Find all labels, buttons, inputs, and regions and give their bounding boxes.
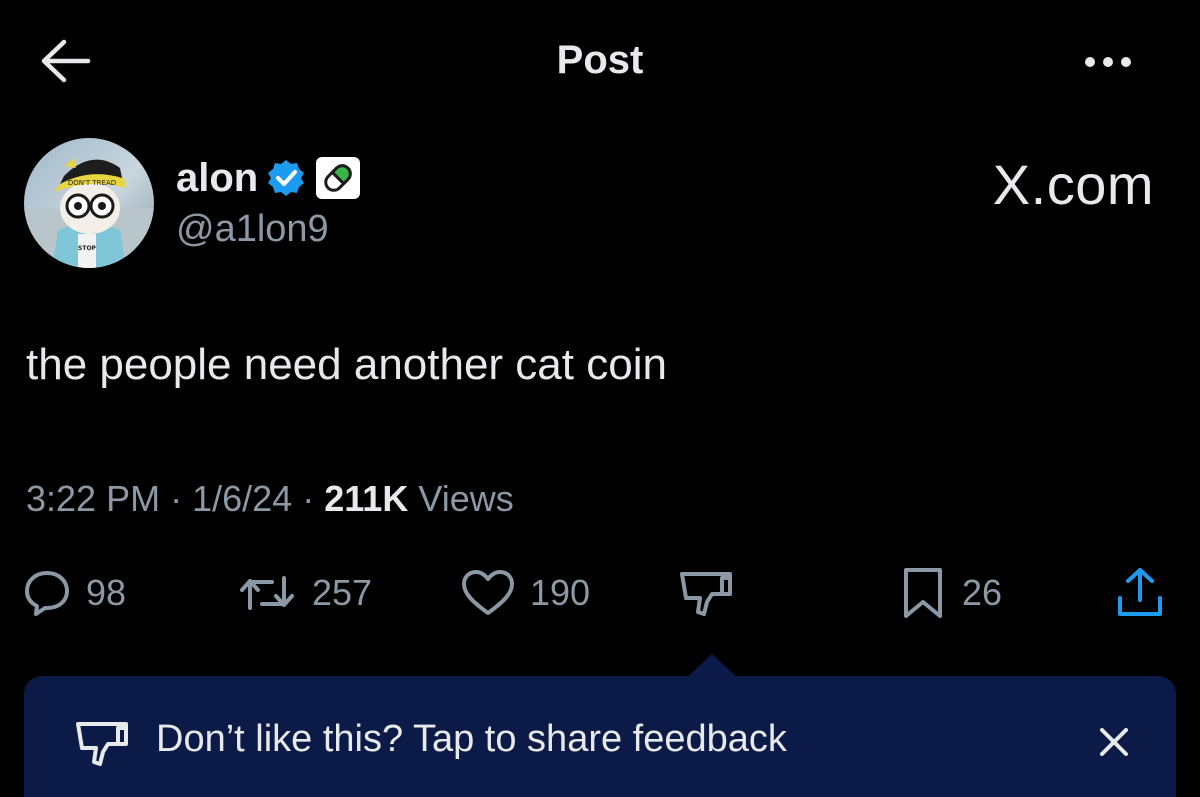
author-name-row: alon (176, 150, 362, 206)
meta-separator: · (170, 478, 183, 519)
avatar-image: STOP DON'T TREAD (24, 138, 154, 268)
views-label[interactable]: Views (418, 478, 513, 519)
more-horizontal-icon (1085, 57, 1131, 67)
feedback-toast[interactable]: Don’t like this? Tap to share feedback (24, 676, 1176, 797)
reply-button[interactable]: 98 (22, 562, 126, 624)
bookmark-count: 26 (962, 572, 1003, 613)
repost-count: 257 (312, 572, 373, 613)
share-button[interactable] (1112, 562, 1168, 624)
post-metadata: 3:22 PM · 1/6/24 · 211K Views (26, 478, 514, 520)
reply-icon (25, 571, 69, 616)
meta-separator: · (302, 478, 315, 519)
thumbs-down-icon (680, 572, 732, 616)
thumbs-down-icon (76, 722, 128, 766)
close-button[interactable] (1092, 720, 1136, 764)
avatar-cap-text: DON'T TREAD (68, 179, 116, 187)
verified-badge-icon (268, 160, 305, 196)
watermark: X.com (992, 153, 1154, 216)
like-button[interactable]: 190 (460, 562, 590, 624)
page-title: Post (556, 38, 644, 82)
views-count[interactable]: 211K (324, 478, 408, 519)
toast-pointer (686, 654, 738, 678)
like-count: 190 (530, 572, 591, 613)
share-icon (1118, 568, 1162, 616)
pill-badge-icon[interactable] (314, 155, 362, 201)
bookmark-icon (904, 568, 942, 618)
avatar[interactable]: STOP DON'T TREAD (24, 138, 154, 268)
feedback-prompt[interactable]: Don’t like this? Tap to share feedback (156, 718, 787, 761)
top-bar: Post (0, 0, 1200, 120)
author-handle[interactable]: @a1lon9 (176, 208, 329, 251)
reply-count: 98 (86, 572, 127, 613)
more-options-button[interactable] (1058, 50, 1142, 74)
heart-icon (462, 570, 514, 615)
post-text: the people need another cat coin (26, 340, 667, 389)
post-date[interactable]: 1/6/24 (192, 478, 292, 519)
close-icon (1100, 728, 1128, 756)
repost-button[interactable]: 257 (236, 562, 372, 624)
author-name[interactable]: alon (176, 156, 258, 201)
post-detail-screen: Post STOP DON'T TREAD alon @a1lon9 X.com… (0, 0, 1200, 797)
svg-text:STOP: STOP (78, 245, 97, 252)
dislike-button[interactable] (676, 562, 736, 624)
repost-icon (240, 576, 294, 610)
post-time[interactable]: 3:22 PM (26, 478, 160, 519)
bookmark-button[interactable]: 26 (898, 562, 1002, 624)
